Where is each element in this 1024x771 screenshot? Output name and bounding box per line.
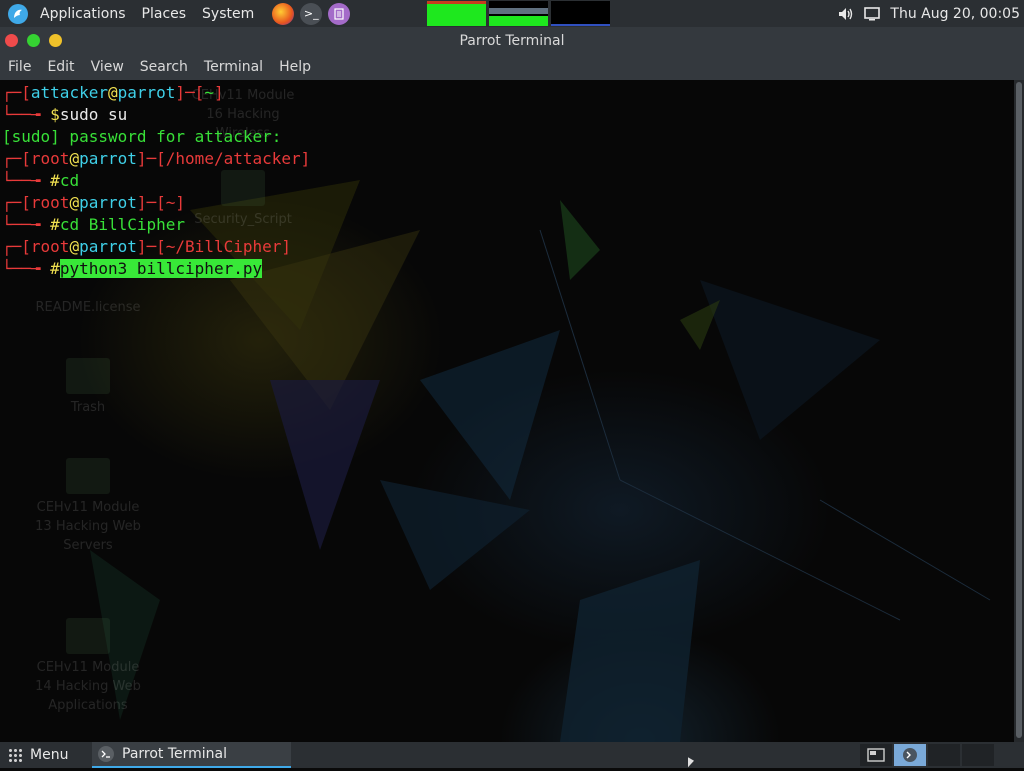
selected-command-text: python3 billcipher.py bbox=[59, 259, 263, 278]
system-monitor[interactable] bbox=[427, 1, 610, 26]
prompt-symbol: # bbox=[50, 215, 60, 234]
prompt-close: ] bbox=[213, 83, 224, 102]
system-tray: Thu Aug 20, 00:05 bbox=[838, 0, 1020, 27]
prompt-at: @ bbox=[69, 193, 80, 212]
menu-terminal[interactable]: Terminal bbox=[196, 54, 271, 80]
prompt-corner: ┌─[ bbox=[2, 193, 31, 212]
volume-icon[interactable] bbox=[838, 7, 854, 21]
prompt-user: root bbox=[30, 237, 70, 256]
menu-edit[interactable]: Edit bbox=[39, 54, 82, 80]
prompt-symbol: # bbox=[50, 171, 60, 190]
prompt-user: root bbox=[30, 149, 70, 168]
workspace-2[interactable] bbox=[894, 744, 926, 766]
desktop-icon-label: CEHv11 Module 13 Hacking Web Servers bbox=[35, 500, 141, 553]
workspace-1[interactable] bbox=[860, 744, 892, 766]
parrot-logo-icon[interactable] bbox=[8, 3, 28, 24]
prompt-sep: ]─[ bbox=[175, 83, 205, 102]
top-panel: Applications Places System >_ Thu Aug 20… bbox=[0, 0, 1024, 27]
folder-icon bbox=[66, 458, 110, 494]
prompt-user: root bbox=[30, 193, 70, 212]
prompt-symbol: $ bbox=[50, 105, 60, 124]
output-line: [sudo] password for attacker: bbox=[2, 127, 282, 146]
system-menu[interactable]: System bbox=[194, 0, 262, 27]
maximize-button[interactable] bbox=[27, 34, 40, 47]
prompt-corner: └──╼ bbox=[2, 215, 51, 234]
memory-graph bbox=[489, 1, 548, 26]
prompt-close: ] bbox=[300, 149, 311, 168]
prompt-corner: └──╼ bbox=[2, 259, 51, 278]
prompt-at: @ bbox=[69, 237, 80, 256]
menu-help[interactable]: Help bbox=[271, 54, 319, 80]
prompt-corner: └──╼ bbox=[2, 171, 51, 190]
bottom-taskbar: Menu Parrot Terminal bbox=[0, 742, 1024, 768]
window-titlebar[interactable]: Parrot Terminal bbox=[0, 27, 1024, 54]
scrollbar-thumb[interactable] bbox=[1016, 82, 1022, 738]
text-editor-icon[interactable] bbox=[328, 2, 351, 25]
workspace-switcher[interactable] bbox=[860, 744, 994, 766]
workspace-4[interactable] bbox=[962, 744, 994, 766]
prompt-path: ~/BillCipher bbox=[165, 237, 282, 256]
firefox-icon[interactable] bbox=[272, 2, 295, 25]
minimize-button[interactable] bbox=[49, 34, 62, 47]
prompt-corner: └──╼ bbox=[2, 105, 51, 124]
places-menu[interactable]: Places bbox=[134, 0, 195, 27]
prompt-path: /home/attacker bbox=[165, 149, 301, 168]
desktop-icon-label: Trash bbox=[70, 400, 106, 415]
command-text: sudo su bbox=[59, 105, 128, 124]
clock[interactable]: Thu Aug 20, 00:05 bbox=[890, 6, 1020, 22]
prompt-user: attacker bbox=[30, 83, 108, 102]
taskbar-item-terminal[interactable]: Parrot Terminal bbox=[92, 742, 291, 768]
terminal-scrollbar[interactable] bbox=[1014, 80, 1024, 742]
desktop-icon-trash[interactable]: Trash bbox=[28, 358, 148, 417]
prompt-host: parrot bbox=[117, 83, 176, 102]
mouse-cursor bbox=[688, 757, 694, 771]
command-text: cd bbox=[59, 171, 80, 190]
folder-icon bbox=[66, 618, 110, 654]
prompt-close: ] bbox=[281, 237, 292, 256]
prompt-symbol: # bbox=[50, 259, 60, 278]
prompt-path: ~ bbox=[165, 193, 176, 212]
prompt-path: ~ bbox=[204, 83, 214, 102]
trash-icon bbox=[66, 358, 110, 394]
taskbar-item-label: Parrot Terminal bbox=[122, 746, 228, 762]
desktop-icon-label: CEHv11 Module 14 Hacking Web Application… bbox=[35, 660, 141, 713]
prompt-host: parrot bbox=[79, 193, 137, 212]
prompt-sep: ]─[ bbox=[136, 193, 166, 212]
applications-menu[interactable]: Applications bbox=[32, 0, 134, 27]
desktop-icon-module13[interactable]: CEHv11 Module 13 Hacking Web Servers bbox=[28, 458, 148, 555]
prompt-close: ] bbox=[175, 193, 186, 212]
close-button[interactable] bbox=[5, 34, 18, 47]
menu-search[interactable]: Search bbox=[132, 54, 196, 80]
network-graph bbox=[551, 1, 610, 26]
command-text: cd BillCipher bbox=[59, 215, 186, 234]
menu-bar: File Edit View Search Terminal Help bbox=[0, 54, 1024, 80]
window-title: Parrot Terminal bbox=[459, 32, 565, 49]
prompt-corner: ┌─[ bbox=[2, 149, 31, 168]
prompt-corner: ┌─[ bbox=[2, 237, 31, 256]
workspace-3[interactable] bbox=[928, 744, 960, 766]
menu-view[interactable]: View bbox=[83, 54, 132, 80]
desktop-icon-label: README.license bbox=[35, 300, 141, 315]
menu-file[interactable]: File bbox=[0, 54, 39, 80]
grid-icon bbox=[8, 748, 22, 762]
prompt-at: @ bbox=[69, 149, 80, 168]
cpu-graph bbox=[427, 1, 486, 26]
terminal-icon bbox=[98, 746, 114, 762]
desktop-icon-module14[interactable]: CEHv11 Module 14 Hacking Web Application… bbox=[28, 618, 148, 715]
start-menu-button[interactable]: Menu bbox=[0, 742, 76, 768]
prompt-at: @ bbox=[107, 83, 118, 102]
terminal-icon[interactable]: >_ bbox=[300, 2, 323, 25]
terminal-area[interactable]: CEHv11 Module 16 Hacking Wireless Securi… bbox=[0, 80, 1014, 742]
desktop-icon-readme[interactable]: README.license bbox=[28, 298, 148, 317]
prompt-sep: ]─[ bbox=[136, 149, 166, 168]
prompt-host: parrot bbox=[79, 149, 137, 168]
display-icon[interactable] bbox=[864, 6, 881, 21]
terminal-output[interactable]: ┌─[attacker@parrot]─[~] └──╼ $sudo su [s… bbox=[2, 82, 310, 280]
terminal-glyph: >_ bbox=[303, 7, 319, 20]
prompt-sep: ]─[ bbox=[136, 237, 166, 256]
start-menu-label: Menu bbox=[30, 747, 69, 763]
prompt-corner: ┌─[ bbox=[2, 83, 31, 102]
prompt-host: parrot bbox=[79, 237, 137, 256]
